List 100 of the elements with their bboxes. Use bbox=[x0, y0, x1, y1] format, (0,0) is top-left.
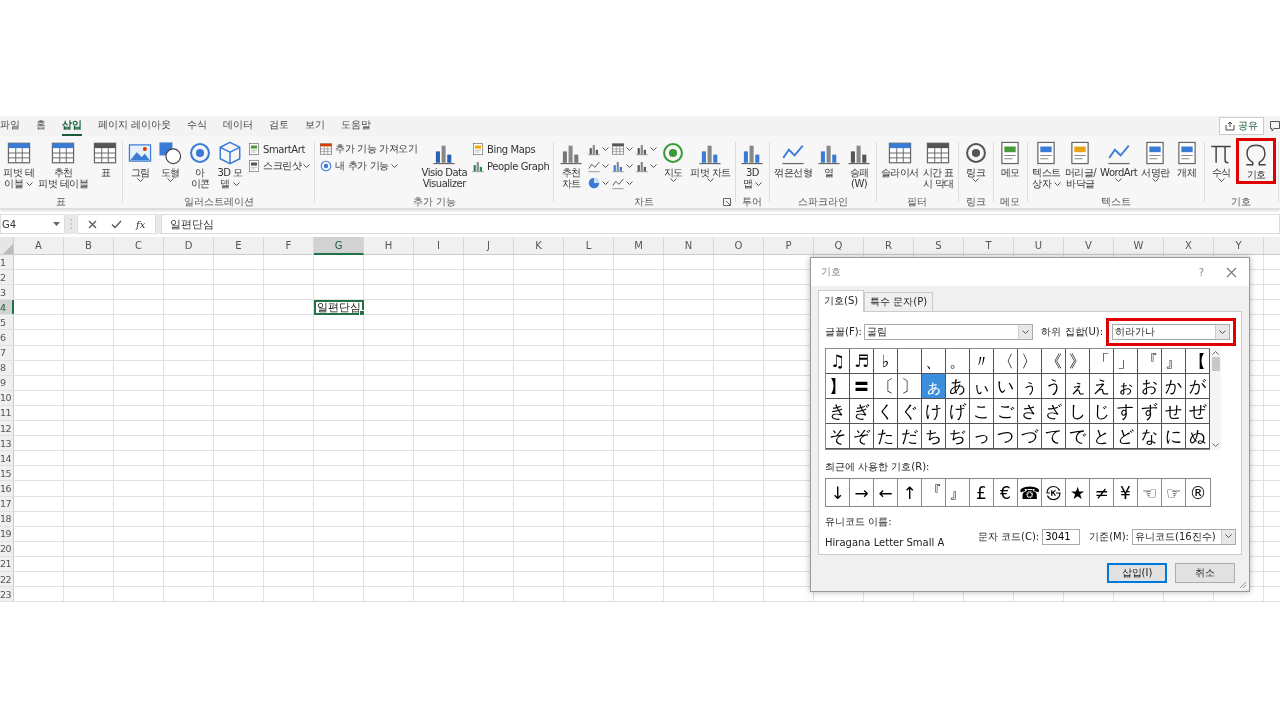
symbol-cell[interactable]: さ bbox=[1018, 399, 1042, 424]
ribbon-button[interactable]: 슬라이서 bbox=[878, 138, 921, 180]
ribbon-button[interactable]: 내 추가 기능 bbox=[317, 159, 420, 173]
dialog-tab[interactable]: 특수 문자(P) bbox=[864, 292, 934, 311]
dialog-launcher-icon[interactable] bbox=[722, 198, 731, 206]
scroll-down-icon[interactable] bbox=[1212, 443, 1219, 448]
row-header[interactable]: 6 bbox=[0, 330, 14, 345]
formula-input[interactable]: 일편단심 bbox=[161, 214, 1280, 234]
symbol-cell[interactable]: た bbox=[874, 424, 898, 449]
recent-symbol[interactable]: ☎ bbox=[1018, 479, 1042, 506]
column-header[interactable]: B bbox=[64, 237, 114, 255]
cancel-icon[interactable] bbox=[88, 219, 97, 229]
column-header[interactable]: Y bbox=[1214, 237, 1264, 255]
column-header[interactable]: M bbox=[614, 237, 664, 255]
column-header[interactable]: A bbox=[14, 237, 64, 255]
symbol-cell[interactable]: 』 bbox=[1162, 349, 1186, 374]
symbol-cell[interactable]: ず bbox=[1138, 399, 1162, 424]
column-header[interactable]: E bbox=[214, 237, 264, 255]
ribbon-tab[interactable]: 보기 bbox=[305, 116, 326, 136]
chart-type-button[interactable] bbox=[610, 159, 635, 173]
row-header[interactable]: 13 bbox=[0, 436, 14, 451]
help-button[interactable]: ? bbox=[1198, 266, 1204, 278]
ribbon-tab[interactable]: 도움말 bbox=[341, 116, 372, 136]
row-header[interactable]: 12 bbox=[0, 421, 14, 436]
symbol-cell[interactable]: せ bbox=[1162, 399, 1186, 424]
ribbon-button[interactable]: 스크린샷 bbox=[245, 159, 313, 173]
symbol-cell[interactable]: で bbox=[1066, 424, 1090, 449]
symbol-cell[interactable]: ぃ bbox=[970, 374, 994, 399]
share-button[interactable]: 공유 bbox=[1219, 117, 1264, 135]
symbol-cell[interactable]: く bbox=[874, 399, 898, 424]
ribbon-button[interactable]: 머리글/ 바닥글 bbox=[1062, 138, 1099, 191]
row-header[interactable]: 15 bbox=[0, 466, 14, 481]
ribbon-tab[interactable]: 수식 bbox=[187, 116, 208, 136]
ribbon-button[interactable]: Bing Maps bbox=[469, 142, 552, 156]
symbol-cell[interactable]: け bbox=[922, 399, 946, 424]
symbol-cell[interactable]: が bbox=[1186, 374, 1210, 399]
symbol-cell[interactable]: 〔 bbox=[874, 374, 898, 399]
basis-dropdown[interactable]: 유니코드(16진수) bbox=[1132, 528, 1236, 545]
symbol-cell[interactable]: 、 bbox=[922, 349, 946, 374]
column-header[interactable]: G bbox=[314, 237, 364, 255]
ribbon-button[interactable]: 추천 피벗 테이블 bbox=[36, 138, 91, 191]
symbol-cell[interactable]: ぢ bbox=[946, 424, 970, 449]
column-header[interactable]: S bbox=[914, 237, 964, 255]
row-header[interactable]: 23 bbox=[0, 587, 14, 602]
row-header[interactable]: 3 bbox=[0, 285, 14, 300]
ribbon-tab[interactable]: 페이지 레이아웃 bbox=[98, 116, 172, 136]
symbol-cell[interactable]: ぇ bbox=[1066, 374, 1090, 399]
symbol-cell[interactable]: て bbox=[1042, 424, 1066, 449]
symbol-cell[interactable]: そ bbox=[826, 424, 850, 449]
chart-type-button[interactable] bbox=[586, 176, 611, 190]
close-icon[interactable] bbox=[1226, 266, 1237, 278]
symbol-cell[interactable]: ざ bbox=[1042, 399, 1066, 424]
symbol-cell[interactable]: し bbox=[1066, 399, 1090, 424]
chart-type-button[interactable] bbox=[610, 142, 635, 156]
ribbon-button[interactable]: SmartArt bbox=[245, 142, 313, 156]
column-header[interactable]: U bbox=[1014, 237, 1064, 255]
symbol-cell[interactable]: ぐ bbox=[898, 399, 922, 424]
symbol-cell[interactable]: 。 bbox=[946, 349, 970, 374]
symbol-cell[interactable]: ど bbox=[1114, 424, 1138, 449]
symbol-cell[interactable]: ♫ bbox=[826, 349, 850, 374]
ribbon-button[interactable]: 수식 bbox=[1206, 138, 1237, 185]
symbol-cell[interactable]: す bbox=[1114, 399, 1138, 424]
column-header[interactable]: W bbox=[1114, 237, 1164, 255]
ribbon-tab[interactable]: 데이터 bbox=[223, 116, 254, 136]
symbol-cell[interactable]: ご bbox=[994, 399, 1018, 424]
ribbon-button[interactable]: 지도 bbox=[658, 138, 689, 185]
ribbon-button[interactable]: WordArt bbox=[1098, 138, 1140, 185]
ribbon-button[interactable]: 3D 모 델 bbox=[215, 138, 246, 191]
column-header[interactable]: D bbox=[164, 237, 214, 255]
symbol-cell[interactable]: ち bbox=[922, 424, 946, 449]
column-header[interactable]: F bbox=[264, 237, 314, 255]
ribbon-button[interactable]: 추천 차트 bbox=[556, 138, 587, 191]
ribbon-button[interactable]: 서명란 bbox=[1139, 138, 1172, 185]
font-dropdown[interactable]: 굴림 bbox=[863, 324, 1034, 340]
symbol-cell[interactable]: づ bbox=[1018, 424, 1042, 449]
row-header[interactable]: 16 bbox=[0, 481, 14, 496]
column-header[interactable]: C bbox=[114, 237, 164, 255]
symbol-cell[interactable]: ぬ bbox=[1186, 424, 1210, 449]
symbol-cell[interactable]: っ bbox=[970, 424, 994, 449]
column-header[interactable]: X bbox=[1164, 237, 1214, 255]
symbol-cell[interactable]: ぞ bbox=[850, 424, 874, 449]
symbol-cell[interactable]: 〉 bbox=[1018, 349, 1042, 374]
column-header[interactable]: O bbox=[714, 237, 764, 255]
column-header[interactable]: N bbox=[664, 237, 714, 255]
chart-type-button[interactable] bbox=[610, 176, 635, 190]
column-header[interactable]: T bbox=[964, 237, 1014, 255]
scroll-up-icon[interactable] bbox=[1212, 350, 1219, 355]
insert-function-button[interactable]: fx bbox=[136, 218, 146, 230]
symbol-cell[interactable]: ぜ bbox=[1186, 399, 1210, 424]
symbol-cell[interactable]: 〓 bbox=[850, 374, 874, 399]
ribbon-button[interactable]: 표 bbox=[90, 138, 121, 180]
ribbon-button[interactable]: 기호 bbox=[1236, 138, 1277, 184]
symbol-cell[interactable]: 〕 bbox=[898, 374, 922, 399]
scrollbar[interactable] bbox=[1210, 348, 1221, 450]
symbol-cell[interactable]: ぅ bbox=[1018, 374, 1042, 399]
row-header[interactable]: 4 bbox=[0, 300, 14, 315]
symbol-cell[interactable]: ぉ bbox=[1114, 374, 1138, 399]
column-header[interactable]: Q bbox=[814, 237, 864, 255]
symbol-cell[interactable]: か bbox=[1162, 374, 1186, 399]
ribbon-tab[interactable]: 파일 bbox=[0, 116, 20, 136]
